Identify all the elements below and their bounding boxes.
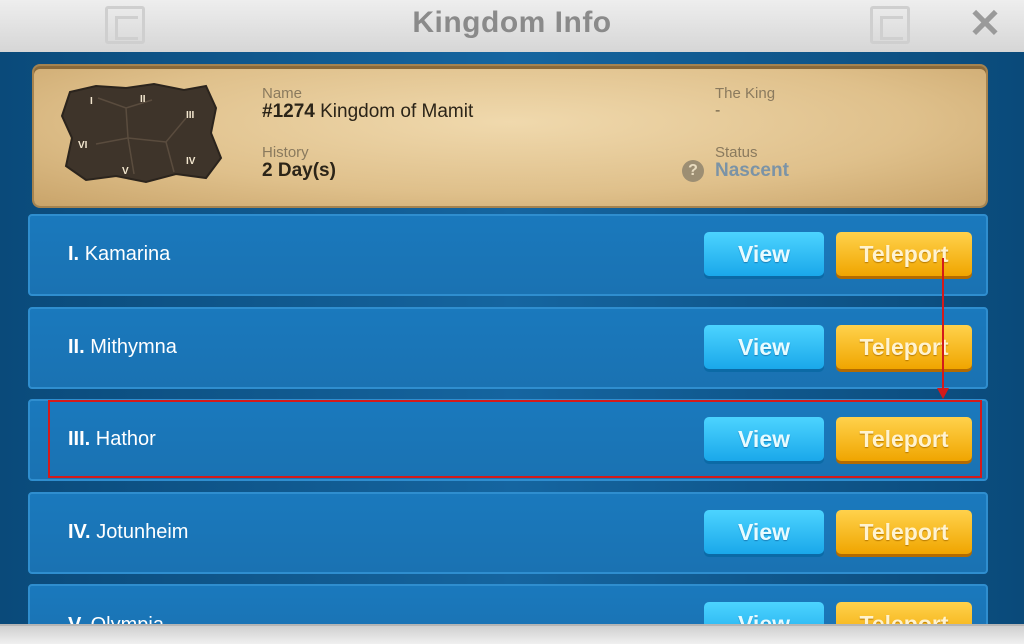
annotation-arrow-icon xyxy=(937,258,949,399)
bottom-bar xyxy=(0,624,1024,644)
